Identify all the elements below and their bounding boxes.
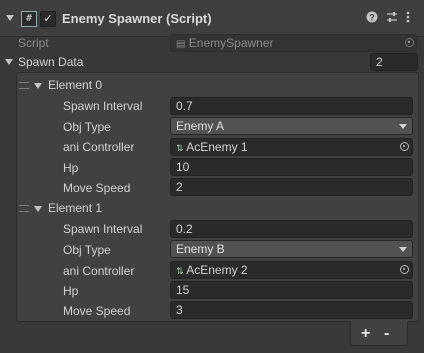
move-speed-field[interactable]: 2	[170, 178, 413, 196]
obj-type-dropdown[interactable]: Enemy A	[170, 117, 413, 135]
ani-controller-label: ani Controller	[63, 140, 135, 154]
move-speed-field[interactable]: 3	[170, 301, 413, 319]
element-0-label: Element 0	[48, 78, 103, 92]
obj-type-dropdown[interactable]: Enemy B	[170, 240, 413, 258]
more-options-icon[interactable]	[406, 11, 410, 26]
settings-sliders-icon[interactable]	[386, 11, 398, 26]
animator-controller-icon: ⇅	[176, 143, 184, 153]
help-icon[interactable]: ?	[366, 11, 378, 26]
move-speed-label: Move Speed	[63, 181, 131, 195]
script-asset-icon: ▤	[176, 39, 186, 50]
obj-type-value: Enemy B	[176, 242, 225, 256]
component-foldout-arrow-icon[interactable]	[6, 15, 14, 21]
spawn-interval-label: Spawn Interval	[63, 99, 143, 113]
obj-type-label: Obj Type	[63, 120, 111, 134]
add-element-button[interactable]: +	[361, 326, 370, 342]
hp-label: Hp	[63, 161, 79, 175]
script-field[interactable]: ▤ EnemySpawner	[170, 34, 417, 52]
spawn-interval-label: Spawn Interval	[63, 222, 143, 236]
script-picker-icon	[405, 38, 414, 47]
script-field-value: EnemySpawner	[188, 36, 274, 50]
obj-type-label: Obj Type	[63, 243, 111, 257]
spawn-interval-field[interactable]: 0.2	[170, 220, 413, 238]
chevron-down-icon	[399, 124, 407, 129]
move-speed-label: Move Speed	[63, 304, 131, 318]
element-1-foldout-arrow-icon[interactable]	[34, 206, 42, 212]
spawn-interval-field[interactable]: 0.7	[170, 97, 413, 115]
ani-controller-field[interactable]: ⇅ AcEnemy 1	[170, 138, 413, 156]
spawn-data-foldout-arrow-icon[interactable]	[5, 59, 13, 65]
hp-label: Hp	[63, 284, 79, 298]
object-picker-icon[interactable]	[400, 265, 409, 274]
ani-controller-value: AcEnemy 2	[186, 263, 248, 277]
obj-type-value: Enemy A	[176, 119, 225, 133]
element-0-foldout-arrow-icon[interactable]	[34, 83, 42, 89]
remove-element-button[interactable]: -	[384, 326, 389, 342]
svg-text:?: ?	[369, 13, 375, 23]
chevron-down-icon	[399, 247, 407, 252]
object-picker-icon[interactable]	[400, 142, 409, 151]
script-icon: #	[21, 11, 37, 27]
ani-controller-field[interactable]: ⇅ AcEnemy 2	[170, 261, 413, 279]
drag-handle-icon[interactable]	[19, 82, 29, 89]
component-enabled-checkbox[interactable]: ✓	[40, 11, 56, 27]
animator-controller-icon: ⇅	[176, 266, 184, 276]
list-footer	[350, 321, 408, 346]
hp-field[interactable]: 15	[170, 281, 413, 299]
drag-handle-icon[interactable]	[19, 205, 29, 212]
hp-field[interactable]: 10	[170, 158, 413, 176]
component-title: Enemy Spawner (Script)	[62, 11, 212, 26]
ani-controller-value: AcEnemy 1	[186, 140, 248, 154]
script-label: Script	[18, 36, 49, 50]
spawn-data-size-field[interactable]: 2	[370, 53, 418, 71]
element-1-label: Element 1	[48, 201, 103, 215]
ani-controller-label: ani Controller	[63, 264, 135, 278]
spawn-data-label: Spawn Data	[18, 55, 84, 69]
